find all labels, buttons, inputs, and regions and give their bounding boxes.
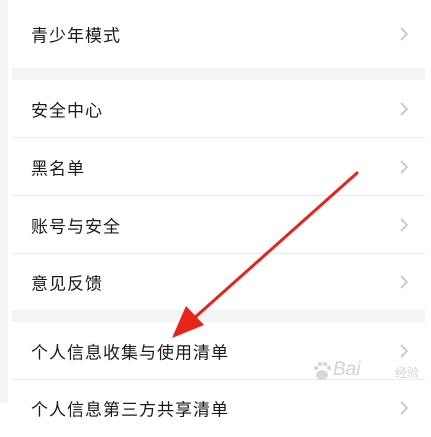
settings-item-feedback[interactable]: 意见反馈: [12, 254, 425, 310]
watermark-sub: 经验: [395, 366, 420, 380]
settings-item-label: 账号与安全: [31, 217, 121, 237]
settings-item-third-party-sharing[interactable]: 个人信息第三方共享清单: [12, 380, 425, 437]
settings-item-security-center[interactable]: 安全中心: [12, 80, 425, 137]
left-edge: [0, 0, 8, 403]
section-gap: [12, 310, 425, 322]
chevron-right-icon: [400, 275, 409, 289]
settings-item-label: 个人信息第三方共享清单: [31, 400, 229, 421]
chevron-right-icon: [400, 401, 409, 415]
baidu-watermark: Bai 经验: [313, 355, 425, 385]
settings-item-label: 青少年模式: [31, 26, 121, 47]
settings-item-label: 黑名单: [31, 159, 85, 179]
section-gap: [12, 68, 425, 80]
chevron-right-icon: [400, 27, 409, 41]
settings-item-teen-mode[interactable]: 青少年模式: [12, 0, 425, 68]
settings-item-blacklist[interactable]: 黑名单: [12, 138, 425, 195]
settings-item-account-security[interactable]: 账号与安全: [12, 196, 425, 253]
paw-icon: [313, 361, 331, 380]
chevron-right-icon: [400, 217, 409, 232]
chevron-right-icon: [400, 159, 409, 174]
settings-item-label: 安全中心: [31, 101, 103, 121]
settings-item-label: 意见反馈: [31, 274, 103, 295]
settings-screen: 青少年模式 安全中心 黑名单 账号与安全 意见反馈 个人信息收集与使用清单 个人…: [0, 0, 431, 437]
settings-item-label: 个人信息收集与使用清单: [31, 343, 229, 363]
chevron-right-icon: [400, 101, 409, 116]
watermark-brand: Bai: [333, 359, 361, 380]
